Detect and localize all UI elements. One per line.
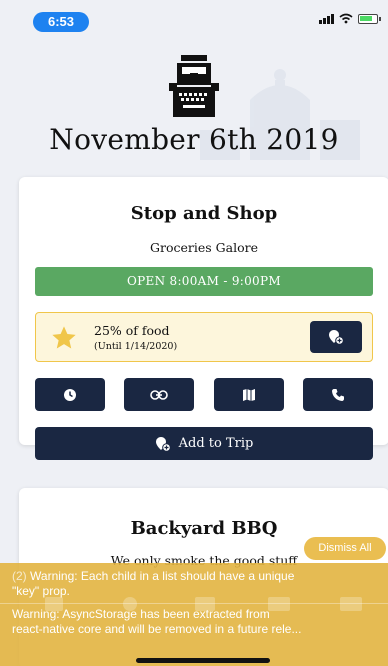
- add-location-icon: [329, 330, 344, 345]
- store-card: Stop and Shop Groceries Galore OPEN 8:00…: [19, 177, 388, 460]
- signal-icon: [319, 13, 334, 24]
- status-icons: [319, 13, 381, 24]
- divider: [0, 603, 388, 604]
- status-time: 6:53: [33, 12, 89, 32]
- wifi-icon: [339, 13, 353, 24]
- hours-badge: OPEN 8:00AM - 9:00PM: [35, 267, 373, 296]
- warning-count: (2): [12, 569, 27, 583]
- deal-title: 25% of food: [94, 323, 170, 338]
- warning-text-line2: react-native core and will be removed in…: [12, 622, 302, 636]
- add-deal-button[interactable]: [310, 321, 362, 353]
- dismiss-all-button[interactable]: Dismiss All: [304, 537, 386, 560]
- battery-icon: [358, 13, 381, 24]
- clock-icon: [64, 388, 76, 401]
- add-to-trip-label: Add to Trip: [178, 436, 254, 451]
- add-location-icon: [155, 436, 171, 452]
- website-button[interactable]: [124, 378, 195, 411]
- store-name: Backyard BBQ: [130, 518, 278, 539]
- star-icon: [52, 326, 76, 349]
- map-button[interactable]: [213, 378, 284, 411]
- warning-text: Warning: Each child in a list should hav…: [30, 569, 295, 583]
- store-name: Stop and Shop: [130, 203, 278, 224]
- status-bar: 6:53: [0, 0, 388, 40]
- page-title: November 6th 2019: [49, 123, 339, 156]
- header: November 6th 2019: [0, 55, 388, 156]
- deal-until: (Until 1/14/2020): [94, 341, 178, 352]
- warning-message[interactable]: (2) Warning: Each child in a list should…: [12, 569, 382, 599]
- warning-text: Warning: AsyncStorage has been extracted…: [12, 607, 270, 621]
- warning-message[interactable]: Warning: AsyncStorage has been extracted…: [12, 607, 382, 637]
- link-icon: [150, 389, 169, 400]
- phone-icon: [331, 388, 344, 401]
- deal-box: 25% of food (Until 1/14/2020): [35, 312, 373, 362]
- action-row: [35, 378, 373, 411]
- add-to-trip-button[interactable]: Add to Trip: [35, 427, 373, 460]
- phone-button[interactable]: [302, 378, 373, 411]
- typewriter-icon: [169, 55, 219, 117]
- hours-button[interactable]: [35, 378, 105, 411]
- warning-text-line2: "key" prop.: [12, 584, 70, 598]
- store-description: Groceries Galore: [150, 240, 258, 255]
- home-indicator[interactable]: [136, 658, 270, 663]
- map-icon: [242, 388, 255, 401]
- warning-overlay: (2) Warning: Each child in a list should…: [0, 563, 388, 666]
